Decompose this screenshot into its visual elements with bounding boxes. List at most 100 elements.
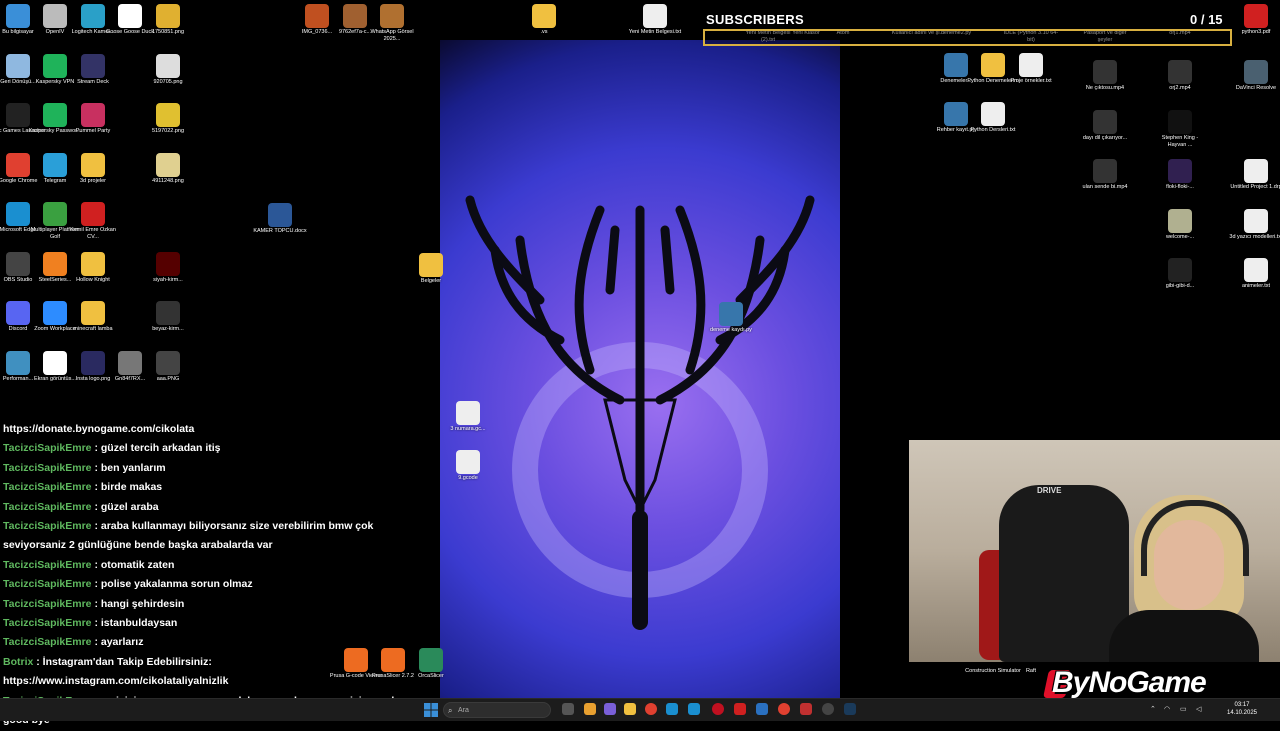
desktop-icon-label: gibi-gibi-d... xyxy=(1165,283,1195,289)
battery-icon[interactable]: ▭ xyxy=(1180,705,1187,713)
desktop-icon-label: Kemil Emre Özkan CV... xyxy=(70,227,116,240)
desktop-icon[interactable]: aaa.PNG xyxy=(140,350,196,383)
taskbar-clock[interactable]: 03:17 14.10.2025 xyxy=(1222,701,1262,717)
desktop-icon[interactable]: siyah-kirm... xyxy=(140,251,196,284)
taskbar: ⌕ Ara ⌃ ◠ ▭ ◁ 03:17 14.10.2025 xyxy=(0,698,1280,721)
tray-chevron-icon[interactable]: ⌃ xyxy=(1150,705,1156,713)
edge-icon[interactable] xyxy=(688,703,700,715)
desktop-icon[interactable]: 5197022.png xyxy=(140,103,196,135)
chat-message: TacizciSapikEmre : hangi şehirdesin xyxy=(3,595,433,614)
desktop-icon[interactable]: Proje örnekler.txt xyxy=(1003,53,1059,85)
chat-message: TacizciSapikEmre : araba kullanmayı bili… xyxy=(3,517,433,536)
desktop-icon[interactable]: Stream Deck xyxy=(65,53,121,86)
desktop-icon[interactable]: floki-floki-... xyxy=(1152,159,1208,191)
acrobat-icon[interactable] xyxy=(734,703,746,715)
image-icon xyxy=(156,301,180,325)
clock-date: 14.10.2025 xyxy=(1226,710,1258,716)
chrome-profile-icon[interactable] xyxy=(778,703,790,715)
chat-username: TacizciSapikEmre xyxy=(3,481,92,494)
subscribers-title: SUBSCRIBERS xyxy=(706,12,804,27)
desktop-icon-label: KAMER TOPCU.docx xyxy=(253,228,307,234)
desktop-icon[interactable]: 3 numara.gc... xyxy=(440,401,496,433)
desktop-icon-label: ulan sende bi.mp4 xyxy=(1082,184,1128,190)
desktop-icon-label: Yeni Metin Belgesi.txt xyxy=(628,29,682,35)
openiv-icon xyxy=(43,4,67,28)
outlook-icon[interactable] xyxy=(666,703,678,715)
chat-username: Botrix xyxy=(3,655,34,668)
desktop-icon[interactable]: 3d yazıcı modelleri.txt xyxy=(1228,209,1280,241)
desktop-icon[interactable]: .vs xyxy=(516,4,572,36)
desktop-icon-label: 3d projeler xyxy=(80,177,106,184)
desktop-icon[interactable]: Yeni Metin Belgesi.txt xyxy=(627,4,683,36)
search-placeholder: Ara xyxy=(458,707,469,714)
desktop-icon[interactable]: Ne çıktosu.mp4 xyxy=(1077,60,1133,92)
streamer-body xyxy=(1109,610,1259,662)
image-icon xyxy=(1168,209,1192,233)
chat-message: https://donate.bynogame.com/cikolata xyxy=(3,420,433,439)
desktop-icon[interactable]: Python Dersleri.txt xyxy=(965,102,1021,134)
chat-text: https://www.instagram.com/cikolataliyaln… xyxy=(3,675,229,688)
chrome-icon[interactable] xyxy=(645,703,657,715)
speaker-icon[interactable]: ◁ xyxy=(1196,705,1201,713)
desktop-icon-label: Pummel Party xyxy=(75,128,111,134)
chat-username: TacizciSapikEmre xyxy=(3,442,92,455)
desktop-icon-label: welcome-... xyxy=(1165,234,1195,240)
desktop-icon[interactable]: KAMER TOPCU.docx xyxy=(252,203,308,235)
windows-start-icon[interactable] xyxy=(424,703,438,717)
desktop-icon[interactable]: Pummel Party xyxy=(65,103,121,135)
chat-text: seviyorsaniz 2 günlüğüne bende başka ara… xyxy=(3,539,273,552)
python-file-icon xyxy=(719,302,743,326)
steam-icon[interactable] xyxy=(844,703,856,715)
task-view-icon[interactable] xyxy=(562,703,574,715)
widgets-icon[interactable] xyxy=(584,703,596,715)
desktop-icon[interactable]: 9.gcode xyxy=(440,450,496,482)
text-file-icon xyxy=(456,450,480,474)
desktop-icon[interactable]: orj2.mp4 xyxy=(1152,60,1208,92)
desktop-icon[interactable]: dayı dil çıkarıyor... xyxy=(1077,110,1133,142)
desktop-icon[interactable]: DaVinci Resolve xyxy=(1228,60,1280,92)
chat-text: : hangi şehirdesin xyxy=(91,597,185,610)
desktop-icon-label: 920705.png xyxy=(153,78,183,85)
chat-text: : güzel tercih arkadan itiş xyxy=(91,442,221,455)
folder-icon xyxy=(419,253,443,277)
desktop-icon[interactable]: Untitled Project 1.drp xyxy=(1228,159,1280,191)
desktop-icon[interactable]: Kemil Emre Özkan CV... xyxy=(65,202,121,240)
book-icon xyxy=(1168,110,1192,134)
desktop-icon[interactable]: 1750851.png xyxy=(140,4,196,36)
desktop-icon[interactable]: Stephen King - Hayvan ... xyxy=(1152,110,1208,148)
desktop-icon[interactable]: 920705.png xyxy=(140,53,196,86)
image-icon xyxy=(156,152,180,177)
desktop-icon-label: Stephen King - Hayvan ... xyxy=(1161,135,1199,148)
pdf-icon xyxy=(81,202,105,226)
image-icon xyxy=(156,4,180,28)
obs-taskbar-icon[interactable] xyxy=(822,703,834,715)
desktop-icon[interactable]: 3d projeler xyxy=(65,152,121,185)
desktop-icon[interactable]: welcome-... xyxy=(1152,209,1208,241)
desktop-icon[interactable]: python3.pdf xyxy=(1228,4,1280,36)
teams-icon[interactable] xyxy=(604,703,616,715)
file-explorer-icon[interactable] xyxy=(624,703,636,715)
desktop-icon-label: dayı dil çıkarıyor... xyxy=(1082,135,1128,141)
desktop-icon[interactable]: animeler.txt xyxy=(1228,258,1280,290)
desktop-icon[interactable]: beyaz-kirm... xyxy=(140,301,196,333)
desktop-icon[interactable]: WhatsApp Görsel 2025... xyxy=(364,4,420,42)
taskbar-search-box[interactable]: ⌕ Ara xyxy=(443,702,551,718)
chat-username: TacizciSapikEmre xyxy=(3,597,92,610)
desktop-icon[interactable]: ulan sende bi.mp4 xyxy=(1077,159,1133,191)
pdf-icon xyxy=(1244,4,1268,28)
desktop-icon[interactable]: 4911248.png xyxy=(140,152,196,185)
desktop-icon-label: animeler.txt xyxy=(1241,283,1271,289)
davinci-icon xyxy=(1244,60,1268,84)
opera-icon[interactable] xyxy=(712,703,724,715)
desktop-icon[interactable]: Hollow Knight xyxy=(65,251,121,284)
chat-message: TacizciSapikEmre : istanbuldaysan xyxy=(3,614,433,633)
word-icon[interactable] xyxy=(756,703,768,715)
desktop-icon[interactable]: gibi-gibi-d... xyxy=(1152,258,1208,290)
record-icon[interactable] xyxy=(800,703,812,715)
desktop-icon[interactable]: Belgeler xyxy=(403,253,459,285)
desktop-icon[interactable]: minecraft lamba xyxy=(65,301,121,333)
chat-message: TacizciSapikEmre : birde makas xyxy=(3,478,433,497)
network-icon[interactable]: ◠ xyxy=(1164,705,1170,713)
desktop-icon[interactable]: deneme kaydı.py xyxy=(703,302,759,334)
text-file-icon xyxy=(643,4,667,28)
